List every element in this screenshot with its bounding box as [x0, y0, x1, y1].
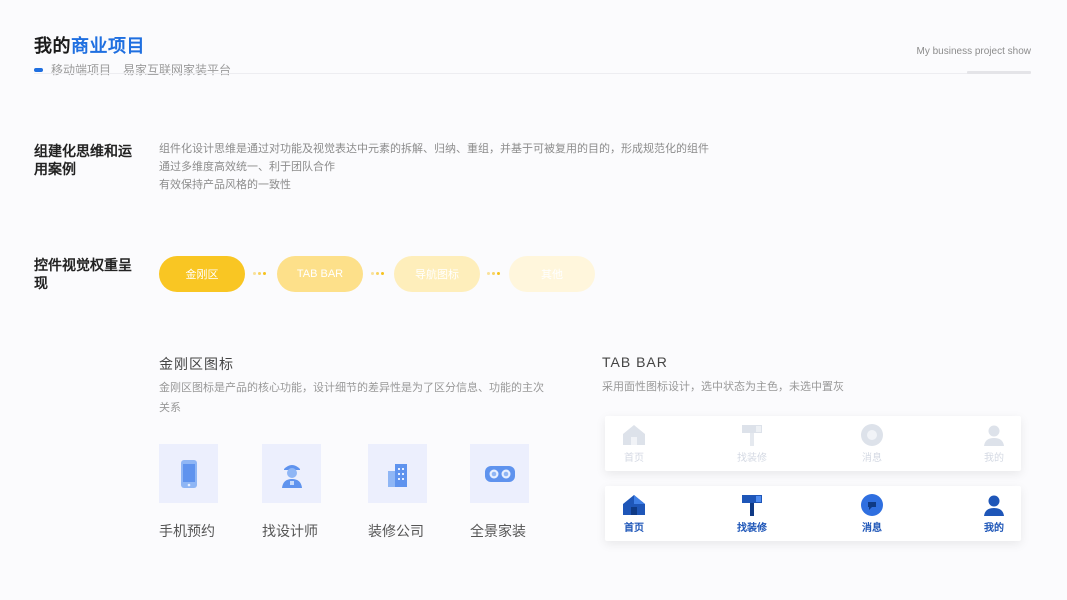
pill-tabbar: TAB BAR	[277, 256, 363, 292]
desc-line: 组件化设计思维是通过对功能及视觉表达中元素的拆解、归纳、重组，并基于可被复用的目…	[159, 142, 709, 155]
section-components-title: 组建化思维和运用案例	[34, 144, 132, 178]
tab-label: 消息	[862, 523, 882, 534]
home-icon	[623, 495, 645, 515]
tab-label: 我的	[984, 453, 1004, 464]
subtitle: 移动端项目 易家互联网家装平台	[34, 61, 231, 78]
building-icon-tile[interactable]	[368, 444, 427, 503]
tab-find-decoration[interactable]: 找装修	[722, 422, 782, 464]
header-divider	[34, 73, 1030, 74]
english-title: My business project show	[916, 46, 1032, 57]
designer-icon	[281, 464, 302, 488]
subtitle-marker	[34, 67, 43, 72]
message-icon	[861, 494, 883, 516]
tabbar-desc: 采用面性图标设计，选中状态为主色，未选中置灰	[602, 380, 844, 393]
tab-messages[interactable]: 消息	[842, 492, 902, 534]
pill-nav-icon: 导航图标	[394, 256, 480, 292]
connector-dots	[371, 272, 384, 275]
title-prefix: 我的	[34, 36, 71, 57]
tabbar-inactive: 首页 找装修 消息 我的	[605, 416, 1021, 471]
pill-jingang: 金刚区	[159, 256, 245, 292]
jingang-label: 全景家装	[470, 524, 526, 540]
tab-label: 首页	[624, 453, 644, 464]
tab-profile[interactable]: 我的	[964, 422, 1024, 464]
tab-home[interactable]: 首页	[604, 492, 664, 534]
building-icon	[387, 463, 407, 487]
jingang-label: 装修公司	[368, 524, 424, 540]
message-icon	[861, 424, 883, 446]
subtitle-project: 易家互联网家装平台	[123, 63, 232, 77]
vr-glasses-icon	[484, 465, 515, 482]
designer-icon-tile[interactable]	[262, 444, 321, 503]
connector-dots	[253, 272, 266, 275]
tab-messages[interactable]: 消息	[842, 422, 902, 464]
paint-roller-icon	[742, 425, 762, 446]
vr-glasses-icon-tile[interactable]	[470, 444, 529, 503]
tabbar-title: TAB BAR	[602, 354, 668, 370]
desc-line: 有效保持产品风格的一致性	[159, 178, 291, 191]
pill-other: 其他	[509, 256, 595, 292]
user-icon	[984, 495, 1004, 516]
home-icon	[623, 425, 645, 445]
tabbar-active: 首页 找装修 消息 我的	[605, 486, 1021, 541]
paint-roller-icon	[742, 495, 762, 516]
jingang-label: 手机预约	[159, 524, 215, 540]
desc-line: 通过多维度高效统一、利于团队合作	[159, 160, 335, 173]
tab-label: 首页	[624, 523, 644, 534]
tab-home[interactable]: 首页	[604, 422, 664, 464]
section-components-desc: 组件化设计思维是通过对功能及视觉表达中元素的拆解、归纳、重组，并基于可被复用的目…	[159, 140, 709, 194]
section-weight-title: 控件视觉权重呈现	[34, 258, 132, 292]
title-highlight: 商业项目	[71, 36, 145, 57]
phone-icon-tile[interactable]	[159, 444, 218, 503]
phone-icon	[180, 459, 197, 488]
tab-label: 找装修	[737, 523, 767, 534]
jingang-label: 找设计师	[262, 524, 318, 540]
tab-find-decoration[interactable]: 找装修	[722, 492, 782, 534]
tab-label: 我的	[984, 523, 1004, 534]
subtitle-category: 移动端项目	[51, 63, 112, 77]
jingang-desc: 金刚区图标是产品的核心功能，设计细节的差异性是为了区分信息、功能的主次关系	[159, 381, 544, 414]
tab-label: 找装修	[737, 453, 767, 464]
connector-dots	[487, 272, 500, 275]
english-title-underline	[967, 71, 1031, 74]
page-title: 我的商业项目	[34, 32, 145, 58]
user-icon	[984, 425, 1004, 446]
tab-profile[interactable]: 我的	[964, 492, 1024, 534]
jingang-title: 金刚区图标	[159, 357, 234, 373]
tab-label: 消息	[862, 453, 882, 464]
